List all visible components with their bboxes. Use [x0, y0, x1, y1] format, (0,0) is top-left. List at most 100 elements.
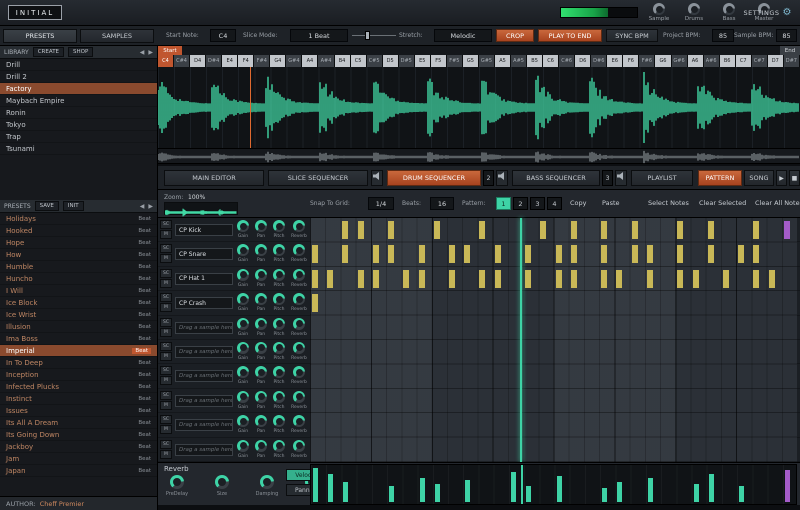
slice-note-cell[interactable]: B5 [527, 55, 543, 67]
stretch-slider[interactable] [352, 29, 396, 42]
sequencer-note[interactable] [571, 245, 577, 263]
slice-note-cell[interactable]: C6 [543, 55, 559, 67]
prev-preset-icon[interactable]: ◀ [140, 203, 145, 210]
sequencer-note[interactable] [693, 270, 699, 288]
pitch-knob[interactable] [273, 244, 285, 256]
velocity-bar[interactable] [435, 484, 440, 502]
main-editor-button[interactable]: MAIN EDITOR [164, 170, 264, 186]
paste-button[interactable]: Paste [602, 197, 620, 210]
sequencer-note[interactable] [616, 270, 622, 288]
sync-bpm-button[interactable]: SYNC BPM [606, 29, 658, 42]
sequencer-note[interactable] [479, 221, 485, 239]
solo-cut-button[interactable]: SC [160, 220, 172, 229]
pan-knob[interactable] [255, 391, 267, 403]
gain-knob[interactable] [237, 391, 249, 403]
mute-button[interactable]: M [160, 303, 172, 312]
drum-sequencer-button[interactable]: DRUM SEQUENCER [387, 170, 481, 186]
play-to-end-button[interactable]: PLAY TO END [538, 29, 602, 42]
slice-note-cell[interactable]: A4 [302, 55, 318, 67]
sequencer-note[interactable] [647, 245, 653, 263]
sample-name-field[interactable]: Drag a sample here... [175, 395, 233, 407]
sequencer-note[interactable] [753, 270, 759, 288]
slice-note-cell[interactable]: C5 [351, 55, 367, 67]
velocity-bar[interactable] [389, 486, 394, 502]
create-button[interactable]: CREATE [33, 47, 64, 57]
knob-icon[interactable] [653, 3, 665, 15]
sequencer-note[interactable] [327, 270, 333, 288]
library-item[interactable]: Drill 2 [0, 71, 157, 83]
pitch-knob[interactable] [273, 293, 285, 305]
mute-button[interactable]: M [160, 254, 172, 263]
clear-all-notes-button[interactable]: Clear All Notes [755, 197, 800, 210]
mute-button[interactable]: M [160, 401, 172, 410]
preset-item[interactable]: Jackboy Beat [0, 441, 157, 453]
slice-note-cell[interactable]: C4 [158, 55, 174, 67]
library-item[interactable]: Trap [0, 131, 157, 143]
sequencer-note[interactable] [358, 221, 364, 239]
mute-button[interactable]: M [160, 376, 172, 385]
sample-name-field[interactable]: Drag a sample here... [175, 322, 233, 334]
reverb-send-knob[interactable] [293, 244, 305, 256]
bass-speaker-icon[interactable] [615, 170, 627, 186]
reverb-send-knob[interactable] [293, 415, 305, 427]
velocity-bar[interactable] [785, 470, 790, 502]
preset-item[interactable]: Imperial Beat [0, 345, 157, 357]
preset-item[interactable]: Ima Boss Beat [0, 333, 157, 345]
pattern-select-button[interactable]: 4 [547, 197, 562, 210]
pitch-knob[interactable] [273, 269, 285, 281]
copy-button[interactable]: Copy [570, 197, 587, 210]
preset-item[interactable]: Jam Beat [0, 453, 157, 465]
pitch-knob[interactable] [273, 342, 285, 354]
preset-item[interactable]: Humble Beat [0, 261, 157, 273]
pattern-select-button[interactable]: 3 [530, 197, 545, 210]
bass-sequencer-button[interactable]: BASS SEQUENCER [512, 170, 600, 186]
pan-knob[interactable] [255, 366, 267, 378]
solo-cut-button[interactable]: SC [160, 366, 172, 375]
sequencer-note[interactable] [464, 245, 470, 263]
gain-knob[interactable] [237, 220, 249, 232]
clear-selected-button[interactable]: Clear Selected [699, 197, 746, 210]
sequencer-note[interactable] [677, 245, 683, 263]
mute-button[interactable]: M [160, 352, 172, 361]
reverb-knob-group[interactable]: PreDelay [162, 475, 192, 497]
slice-note-cell[interactable]: F6 [623, 55, 639, 67]
sample-bpm-value[interactable]: 85 [776, 29, 797, 42]
solo-cut-button[interactable]: SC [160, 440, 172, 449]
slice-note-cell[interactable]: E6 [607, 55, 623, 67]
library-item[interactable]: Tsunami [0, 143, 157, 155]
sample-name-field[interactable]: Drag a sample here... [175, 419, 233, 431]
slice-note-cell[interactable]: A6 [688, 55, 704, 67]
slice-note-cell[interactable]: D7 [768, 55, 784, 67]
reverb-param-knob[interactable] [170, 475, 184, 489]
gain-knob[interactable] [237, 366, 249, 378]
slice-note-cell[interactable]: G#6 [672, 55, 688, 67]
sample-name-field[interactable]: CP Kick [175, 224, 233, 236]
slice-note-cell[interactable]: F#6 [639, 55, 655, 67]
pan-knob[interactable] [255, 342, 267, 354]
solo-cut-button[interactable]: SC [160, 318, 172, 327]
song-mode-button[interactable]: SONG [744, 170, 774, 186]
zoom-thumbnail[interactable] [164, 202, 238, 215]
pitch-knob[interactable] [273, 318, 285, 330]
sequencer-note[interactable] [708, 245, 714, 263]
play-button[interactable]: ▶ [776, 170, 787, 186]
sequencer-note[interactable] [632, 221, 638, 239]
slice-note-cell[interactable]: G#4 [286, 55, 302, 67]
drum-count-box[interactable]: 2 [483, 170, 494, 186]
library-item[interactable]: Ronin [0, 107, 157, 119]
slice-note-cell[interactable]: D#6 [591, 55, 607, 67]
preset-item[interactable]: Ice Wrist Beat [0, 309, 157, 321]
sequencer-note[interactable] [769, 270, 775, 288]
sequencer-note[interactable] [784, 221, 790, 239]
sequencer-note[interactable] [601, 221, 607, 239]
sequencer-note[interactable] [342, 221, 348, 239]
sequencer-note[interactable] [312, 245, 318, 263]
sequencer-note[interactable] [388, 221, 394, 239]
slice-sequencer-button[interactable]: SLICE SEQUENCER [268, 170, 368, 186]
slice-note-cell[interactable]: C#7 [752, 55, 768, 67]
gain-knob[interactable] [237, 244, 249, 256]
tab-presets[interactable]: PRESETS [3, 29, 77, 43]
slice-note-cell[interactable]: D5 [383, 55, 399, 67]
slice-note-cell[interactable]: F4 [238, 55, 254, 67]
sequencer-note[interactable] [753, 245, 759, 263]
